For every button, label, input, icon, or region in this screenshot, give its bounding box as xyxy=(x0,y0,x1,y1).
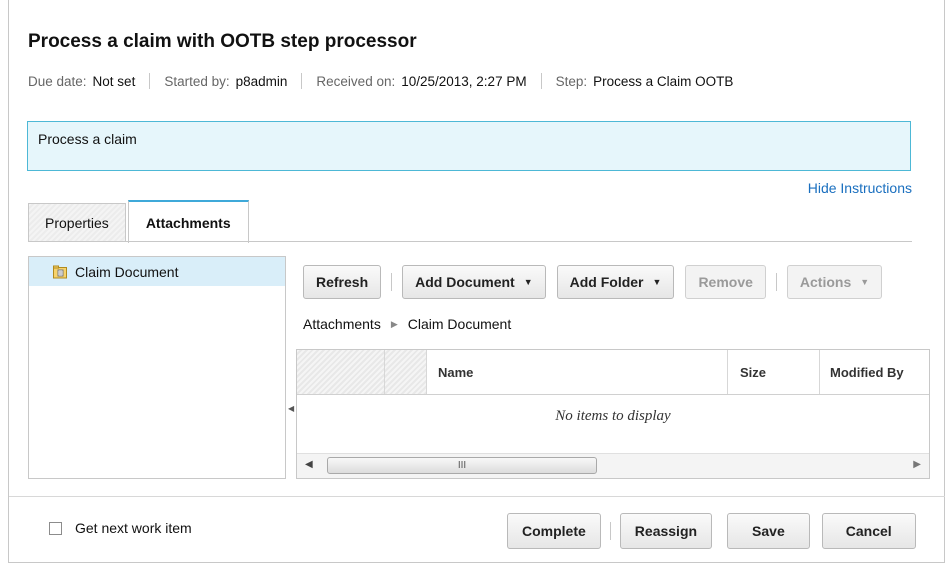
attachments-grid: Name Size Modified By No items to displa… xyxy=(296,349,930,479)
meta-separator xyxy=(301,73,303,89)
step-value: Process a Claim OOTB xyxy=(593,73,734,89)
save-label: Save xyxy=(752,523,785,539)
breadcrumb-item-claim-document: Claim Document xyxy=(407,316,512,332)
folder-attachment-icon xyxy=(53,265,67,279)
splitter-handle-icon[interactable]: ◀ xyxy=(288,404,294,413)
meta-separator xyxy=(540,73,542,89)
checkbox-label: Get next work item xyxy=(75,520,192,536)
tab-bar: Properties Attachments xyxy=(28,199,251,243)
received-on-value: 10/25/2013, 2:27 PM xyxy=(401,73,527,89)
column-header-name[interactable]: Name xyxy=(427,350,728,394)
add-folder-label: Add Folder xyxy=(569,274,644,290)
chevron-down-icon: ▼ xyxy=(523,277,533,287)
footer-separator xyxy=(609,522,611,540)
scroll-left-icon[interactable]: ◀ xyxy=(305,459,313,470)
received-on-label: Received on: xyxy=(316,73,396,89)
chevron-down-icon: ▼ xyxy=(860,277,870,287)
tab-attachments[interactable]: Attachments xyxy=(127,200,249,243)
save-button[interactable]: Save xyxy=(727,513,810,549)
get-next-work-item-checkbox[interactable]: Get next work item xyxy=(49,520,192,536)
chevron-down-icon: ▼ xyxy=(652,277,662,287)
actions-label: Actions xyxy=(799,274,852,290)
started-by-value: p8admin xyxy=(235,73,288,89)
tab-divider xyxy=(28,241,912,242)
due-date-label: Due date: xyxy=(28,73,87,89)
checkbox-box[interactable] xyxy=(49,521,62,535)
empty-message: No items to display xyxy=(555,408,671,424)
attachments-toolbar: Refresh Add Document ▼ Add Folder ▼ Remove… xyxy=(303,265,883,299)
due-date-value: Not set xyxy=(92,73,136,89)
work-item-meta: Due date: Not set Started by: p8admin Re… xyxy=(28,73,733,89)
tab-properties[interactable]: Properties xyxy=(28,203,126,242)
hide-instructions-link[interactable]: Hide Instructions xyxy=(808,180,912,196)
scrollbar-thumb[interactable]: III xyxy=(327,457,597,474)
remove-button[interactable]: Remove xyxy=(685,265,766,299)
add-folder-button[interactable]: Add Folder ▼ xyxy=(556,265,675,299)
footer-divider xyxy=(9,496,945,497)
tree-item-claim-document[interactable]: Claim Document xyxy=(29,257,285,286)
refresh-button[interactable]: Refresh xyxy=(303,265,382,299)
toolbar-separator xyxy=(391,273,393,291)
scroll-right-icon[interactable]: ▶ xyxy=(913,459,921,470)
remove-label: Remove xyxy=(698,274,753,290)
footer-actions: Complete Reassign Save Cancel xyxy=(507,513,916,549)
add-document-label: Add Document xyxy=(415,274,515,290)
column-header-size[interactable]: Size xyxy=(728,350,820,394)
attachments-tree: Claim Document xyxy=(28,256,286,479)
instructions-box: Process a claim xyxy=(27,121,911,171)
breadcrumb-item-attachments[interactable]: Attachments xyxy=(303,316,381,332)
refresh-label: Refresh xyxy=(316,274,369,290)
complete-button[interactable]: Complete xyxy=(507,513,601,549)
horizontal-scrollbar[interactable]: ◀ III ▶ xyxy=(297,453,929,478)
grid-header: Name Size Modified By xyxy=(297,350,929,395)
reassign-button[interactable]: Reassign xyxy=(619,513,713,549)
grid-header-cell[interactable] xyxy=(385,350,427,394)
started-by-label: Started by: xyxy=(164,73,230,89)
column-header-modified-by[interactable]: Modified By xyxy=(820,350,929,394)
breadcrumb: Attachments ▶ Claim Document xyxy=(303,316,511,332)
add-document-button[interactable]: Add Document ▼ xyxy=(402,265,546,299)
instructions-text: Process a claim xyxy=(38,131,137,147)
meta-separator xyxy=(149,73,151,89)
page-title: Process a claim with OOTB step processor xyxy=(28,31,417,52)
complete-label: Complete xyxy=(522,523,586,539)
chevron-right-icon: ▶ xyxy=(390,318,398,329)
actions-button[interactable]: Actions ▼ xyxy=(786,265,883,299)
grid-header-cell[interactable] xyxy=(297,350,385,394)
reassign-label: Reassign xyxy=(634,523,698,539)
cancel-label: Cancel xyxy=(845,523,892,539)
step-label: Step: xyxy=(555,73,588,89)
tree-item-label: Claim Document xyxy=(75,263,179,280)
toolbar-separator xyxy=(775,273,777,291)
cancel-button[interactable]: Cancel xyxy=(821,513,916,549)
